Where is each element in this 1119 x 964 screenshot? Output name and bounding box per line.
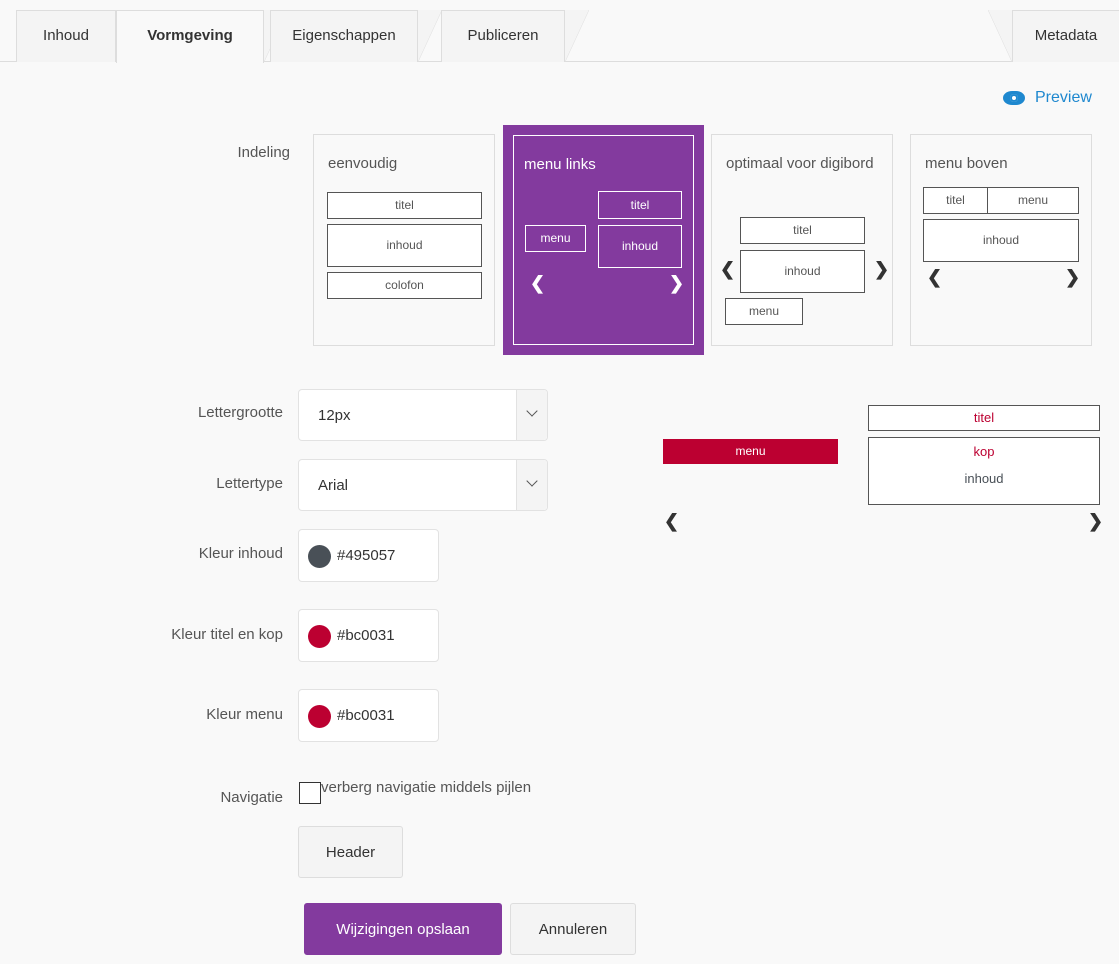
chevron-down-icon — [526, 475, 538, 487]
color-hex: #bc0031 — [337, 707, 395, 724]
tab-metadata[interactable]: Metadata — [1012, 10, 1119, 62]
tab-label: Vormgeving — [147, 27, 233, 44]
color-menu-picker[interactable]: #bc0031 — [298, 689, 439, 742]
tab-corner — [418, 10, 442, 62]
color-title-picker[interactable]: #bc0031 — [298, 609, 439, 662]
layout-part-titel: titel — [740, 217, 865, 244]
preview-menu-bar: menu — [663, 439, 838, 464]
chevron-left-icon: ❮ — [720, 259, 736, 279]
hide-navigation-label[interactable]: verberg navigatie middels pijlen — [321, 779, 531, 796]
chevron-left-icon: ❮ — [664, 511, 680, 531]
color-hex: #bc0031 — [337, 627, 395, 644]
layout-part-inhoud: inhoud — [740, 250, 865, 293]
chevron-right-icon: ❯ — [1065, 267, 1081, 287]
layout-part-colofon: colofon — [327, 272, 482, 299]
tab-corner — [565, 10, 589, 62]
save-button[interactable]: Wijzigingen opslaan — [304, 903, 502, 955]
preview-link[interactable]: Preview — [1003, 89, 1092, 107]
selection-frame: menu links titel menu inhoud ❮ ❯ — [513, 135, 694, 345]
preview-content: kop inhoud — [868, 437, 1100, 505]
eye-icon — [1003, 91, 1025, 105]
font-size-value: 12px — [318, 407, 351, 424]
chevron-right-icon: ❯ — [874, 259, 890, 279]
layout-part-titel: titel — [598, 191, 682, 219]
layout-part-inhoud: inhoud — [598, 225, 682, 268]
tab-bar: Inhoud Vormgeving Eigenschappen Publicer… — [0, 0, 1119, 63]
layout-part-menu: menu — [525, 225, 586, 252]
color-swatch — [308, 705, 331, 728]
cancel-button[interactable]: Annuleren — [510, 903, 636, 955]
color-hex: #495057 — [337, 547, 396, 564]
font-size-select[interactable]: 12px — [298, 389, 548, 441]
preview-inhoud: inhoud — [964, 471, 1004, 486]
font-family-value: Arial — [318, 477, 349, 494]
layout-name: optimaal voor digibord — [726, 155, 874, 172]
tab-label: Metadata — [1034, 27, 1098, 44]
chevron-down-icon — [526, 405, 538, 417]
tab-label: Inhoud — [43, 27, 89, 44]
hide-navigation-checkbox[interactable] — [299, 782, 321, 804]
layout-part-menu: menu — [725, 298, 803, 325]
layout-part-inhoud: inhoud — [923, 219, 1079, 262]
preview-kop: kop — [973, 444, 995, 459]
layout-name: eenvoudig — [328, 155, 398, 172]
layout-part-titel: titel — [923, 187, 988, 214]
select-toggle — [516, 460, 547, 510]
layout-option-digibord[interactable]: optimaal voor digibord titel inhoud ❮ ❯ … — [711, 134, 893, 346]
tab-eigenschappen[interactable]: Eigenschappen — [270, 10, 418, 62]
layout-name: menu boven — [925, 155, 1008, 172]
lettergrootte-label: Lettergrootte — [197, 404, 283, 421]
tab-vormgeving[interactable]: Vormgeving — [116, 10, 264, 63]
tab-inhoud[interactable]: Inhoud — [16, 10, 116, 62]
color-swatch — [308, 625, 331, 648]
tab-label: Eigenschappen — [292, 27, 396, 44]
layout-part-menu: menu — [987, 187, 1079, 214]
font-family-select[interactable]: Arial — [298, 459, 548, 511]
lettertype-label: Lettertype — [216, 475, 283, 492]
chevron-right-icon: ❯ — [669, 273, 685, 293]
chevron-right-icon: ❯ — [1088, 511, 1104, 531]
layout-part-titel: titel — [327, 192, 482, 219]
layout-option-menu-links[interactable]: menu links titel menu inhoud ❮ ❯ — [503, 125, 704, 355]
navigatie-label: Navigatie — [220, 789, 283, 806]
layout-name: menu links — [524, 156, 596, 173]
header-button[interactable]: Header — [298, 826, 403, 878]
tab-corner — [988, 10, 1012, 62]
layout-part-inhoud: inhoud — [327, 224, 482, 267]
tab-publiceren[interactable]: Publiceren — [441, 10, 565, 62]
indeling-label: Indeling — [237, 144, 290, 161]
kleur-menu-label: Kleur menu — [206, 706, 283, 723]
preview-titel: titel — [868, 405, 1100, 431]
preview-label: Preview — [1035, 89, 1092, 106]
kleur-inhoud-label: Kleur inhoud — [198, 545, 283, 562]
layout-option-menu-boven[interactable]: menu boven titel menu inhoud ❮ ❯ — [910, 134, 1092, 346]
tab-label: Publiceren — [467, 27, 539, 44]
chevron-left-icon: ❮ — [927, 267, 943, 287]
select-toggle — [516, 390, 547, 440]
kleur-titel-label: Kleur titel en kop — [171, 626, 283, 643]
layout-option-eenvoudig[interactable]: eenvoudig titel inhoud colofon — [313, 134, 495, 346]
color-swatch — [308, 545, 331, 568]
chevron-left-icon: ❮ — [530, 273, 546, 293]
color-content-picker[interactable]: #495057 — [298, 529, 439, 582]
